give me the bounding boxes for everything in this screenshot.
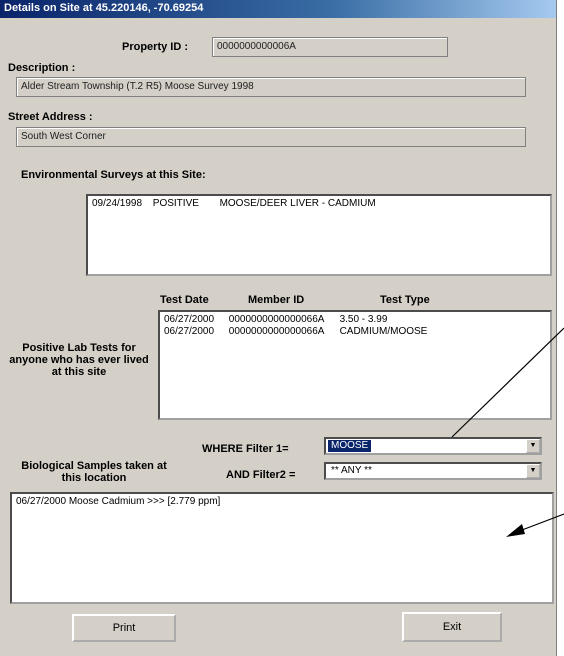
member-id-cell: 0000000000000066A [228,314,325,325]
and-filter2-label: AND Filter2 = [226,469,296,481]
test-type-cell: 3.50 - 3.99 [339,314,388,325]
filter1-selected-value: MOOSE [328,440,372,452]
list-item[interactable]: 06/27/2000 Moose Cadmium >>> [2.779 ppm] [16,496,548,508]
sample-entry: 06/27/2000 Moose Cadmium >>> [2.779 ppm] [16,496,221,507]
chevron-down-icon[interactable]: ▼ [526,439,540,453]
street-address-label: Street Address : [8,111,93,123]
table-row[interactable]: 06/27/2000 0000000000000066A 3.50 - 3.99 [164,314,546,326]
description-label: Description : [8,62,76,74]
print-button[interactable]: Print [72,614,176,642]
table-row[interactable]: 06/27/2000 0000000000000066A CADMIUM/MOO… [164,326,546,338]
window-title: Details on Site at 45.220146, -70.69254 [4,2,204,14]
member-id-cell: 0000000000000066A [228,326,325,337]
description-field: Alder Stream Township (T.2 R5) Moose Sur… [16,77,526,97]
biological-samples-list[interactable]: 06/27/2000 Moose Cadmium >>> [2.779 ppm] [10,492,554,604]
filter2-selected-value: ** ANY ** [331,465,372,476]
list-item[interactable]: 09/24/1998 POSITIVE MOOSE/DEER LIVER - C… [92,198,546,210]
filter1-dropdown[interactable]: MOOSE ▼ [324,437,542,455]
print-button-label: Print [112,622,136,634]
column-header-test-date: Test Date [160,294,209,306]
test-date-cell: 06/27/2000 [164,326,215,337]
column-header-member-id: Member ID [248,294,305,306]
environmental-surveys-label: Environmental Surveys at this Site: [21,169,206,181]
biological-samples-label: Biological Samples taken at this locatio… [21,460,167,484]
column-header-test-type: Test Type [380,294,430,306]
property-id-label: Property ID : [122,41,189,53]
where-filter1-label: WHERE Filter 1= [202,443,289,455]
survey-date: 09/24/1998 [92,198,143,209]
test-type-cell: CADMIUM/MOOSE [339,326,428,337]
title-bar[interactable]: Details on Site at 45.220146, -70.69254 [0,0,556,18]
exit-button[interactable]: Exit [402,612,502,642]
test-date-cell: 06/27/2000 [164,314,215,325]
filter2-dropdown[interactable]: ** ANY ** ▼ [324,462,542,480]
survey-result: POSITIVE [152,198,199,209]
property-id-field: 0000000000006A [212,37,448,57]
lab-tests-list[interactable]: 06/27/2000 0000000000000066A 3.50 - 3.99… [158,310,552,420]
street-address-field: South West Corner [16,127,526,147]
environmental-surveys-list[interactable]: 09/24/1998 POSITIVE MOOSE/DEER LIVER - C… [86,194,552,276]
chevron-down-icon[interactable]: ▼ [526,464,540,478]
positive-lab-tests-label: Positive Lab Tests for anyone who has ev… [9,342,149,378]
survey-detail: MOOSE/DEER LIVER - CADMIUM [219,198,376,209]
site-details-window: Details on Site at 45.220146, -70.69254 … [0,0,557,656]
exit-button-label: Exit [442,621,462,633]
